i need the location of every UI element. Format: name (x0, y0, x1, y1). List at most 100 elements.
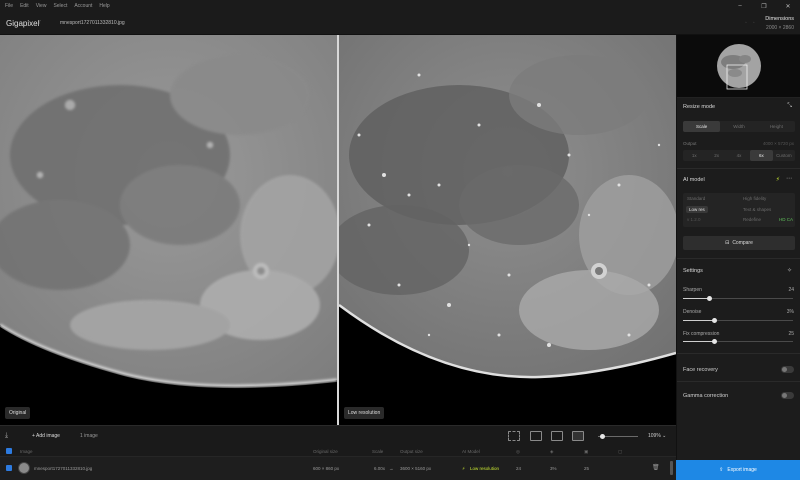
file-table-header: Image Original size Scale Output size AI… (0, 446, 676, 457)
output-label: Output (683, 141, 697, 146)
header-icons: ◦ ◦ (745, 20, 755, 26)
mode-height[interactable]: Height (758, 121, 795, 132)
menu-view[interactable]: View (36, 3, 47, 9)
dimensions-label: Dimensions (765, 16, 794, 22)
original-preview[interactable]: Original (0, 35, 337, 425)
menu-bar: File Edit View Select Account Help – ❐ ✕ (0, 0, 800, 12)
scale-6x[interactable]: 6x (750, 150, 773, 161)
info-icon[interactable]: ◦ (745, 20, 747, 26)
table-row[interactable]: mnesport1727011332810.jpg 600 × 860 px 6… (0, 457, 676, 480)
export-label: Export image (727, 467, 757, 473)
single-view-icon[interactable] (530, 431, 542, 441)
close-icon[interactable]: ✕ (776, 0, 800, 12)
model-text-shapes[interactable]: Text & shapes (743, 207, 771, 212)
navigator-thumbnail[interactable] (677, 35, 800, 98)
add-image-label: Add image (36, 433, 60, 439)
trash-icon[interactable]: 🗑 (652, 464, 660, 471)
mode-scale[interactable]: Scale (683, 121, 721, 132)
main-menu: File Edit View Select Account Help (0, 3, 110, 9)
side-by-side-view-icon[interactable] (572, 431, 584, 441)
scale-custom[interactable]: Custom (773, 150, 795, 161)
denoise-label: Denoise (683, 309, 702, 315)
resize-icon[interactable]: ⤡ (787, 103, 792, 110)
compression-col-icon: ▣ (584, 449, 589, 454)
moon-original-image (0, 35, 337, 425)
denoise-slider[interactable] (683, 318, 793, 323)
zoom-level[interactable]: 109% ⌄ (648, 433, 666, 439)
scale-2x[interactable]: 2x (705, 150, 727, 161)
restore-icon[interactable]: ❐ (752, 0, 776, 12)
sharpen-label: Sharpen (683, 287, 702, 293)
model-low-res[interactable]: Low res (686, 206, 708, 213)
menu-select[interactable]: Select (53, 3, 67, 9)
model-high-fidelity[interactable]: High fidelity (743, 196, 766, 201)
row-arrow: → (389, 466, 394, 471)
gamma-correction-toggle[interactable] (781, 392, 794, 399)
row-output-size: 3600 × 5160 px (400, 466, 432, 471)
fix-compression-slider[interactable] (683, 339, 793, 344)
download-icon[interactable]: ⤓ (5, 432, 8, 440)
original-label: Original (5, 407, 31, 419)
row-checkbox[interactable] (6, 465, 12, 471)
col-output-size: Output size (400, 449, 423, 454)
model-redefine[interactable]: Redefine (743, 217, 761, 222)
resize-mode-title: Resize mode (683, 104, 716, 110)
compare-icon: ⊟ (725, 240, 730, 246)
col-image: Image (20, 449, 33, 454)
bottom-toolbar: ⤓ + Add image 1 image 109% ⌄ (0, 425, 676, 446)
sharpen-slider-knob[interactable] (707, 296, 712, 301)
scale-4x[interactable]: 4x (728, 150, 750, 161)
divider (677, 353, 800, 354)
model-standard[interactable]: Standard (687, 196, 705, 201)
sharpen-slider[interactable] (683, 296, 793, 301)
navigator-moon-image (717, 44, 761, 90)
settings-icon[interactable]: ◦ (753, 20, 755, 26)
menu-file[interactable]: File (5, 3, 13, 9)
fix-compression-label: Fix compression (683, 331, 720, 337)
zoom-slider-knob[interactable] (600, 434, 605, 439)
fix-compression-slider-knob[interactable] (712, 339, 717, 344)
file-thumbnail (18, 462, 30, 474)
split-view-icon[interactable] (551, 431, 563, 441)
settings-panel: Resize mode ⤡ Scale Width Height Output … (676, 35, 800, 460)
scale-1x[interactable]: 1x (683, 150, 705, 161)
compare-button[interactable]: ⊟ Compare (683, 236, 795, 250)
export-image-button[interactable]: ⇪ Export image (676, 460, 800, 480)
enhanced-label: Low resolution (344, 407, 385, 419)
export-icon: ⇪ (719, 467, 724, 473)
settings-title: Settings (683, 268, 703, 274)
minimize-icon[interactable]: – (728, 0, 752, 12)
ai-model-title: AI model (683, 177, 705, 183)
face-col-icon: ▢ (618, 449, 623, 454)
row-sharpen: 24 (516, 466, 522, 471)
row-denoise: 3% (550, 466, 557, 471)
output-value: 4000 × 5720 px (762, 141, 794, 146)
row-model-icon: ⚡ (462, 466, 466, 471)
col-ai-model: AI Model (462, 449, 480, 454)
denoise-slider-knob[interactable] (712, 318, 717, 323)
divider (677, 168, 800, 169)
app-version: 7 (38, 20, 41, 26)
row-scale: 6.00x (374, 466, 386, 471)
col-scale: Scale (372, 449, 384, 454)
menu-edit[interactable]: Edit (20, 3, 29, 9)
add-image-button[interactable]: + Add image (32, 433, 60, 439)
sharpen-value: 24 (788, 287, 794, 293)
row-scrollbar[interactable] (670, 461, 673, 475)
select-all-checkbox[interactable] (6, 448, 12, 454)
auto-settings-icon[interactable]: ✧ (787, 267, 792, 274)
lightning-icon[interactable]: ⚡ (776, 176, 780, 183)
app-name: Gigapixel (6, 19, 40, 28)
enhanced-preview[interactable]: Low resolution (339, 35, 676, 425)
fix-compression-value: 25 (788, 331, 794, 337)
fit-view-icon[interactable] (508, 431, 520, 441)
divider (677, 258, 800, 259)
menu-help[interactable]: Help (99, 3, 109, 9)
menu-account[interactable]: Account (74, 3, 92, 9)
face-recovery-toggle[interactable] (781, 366, 794, 373)
gamma-correction-label: Gamma correction (683, 393, 729, 399)
ai-model-grid: Standard High fidelity Low res Text & sh… (683, 193, 795, 227)
sharpen-col-icon: ◎ (516, 449, 520, 454)
more-options-icon[interactable]: ⋯ (786, 175, 792, 182)
mode-width[interactable]: Width (720, 121, 757, 132)
